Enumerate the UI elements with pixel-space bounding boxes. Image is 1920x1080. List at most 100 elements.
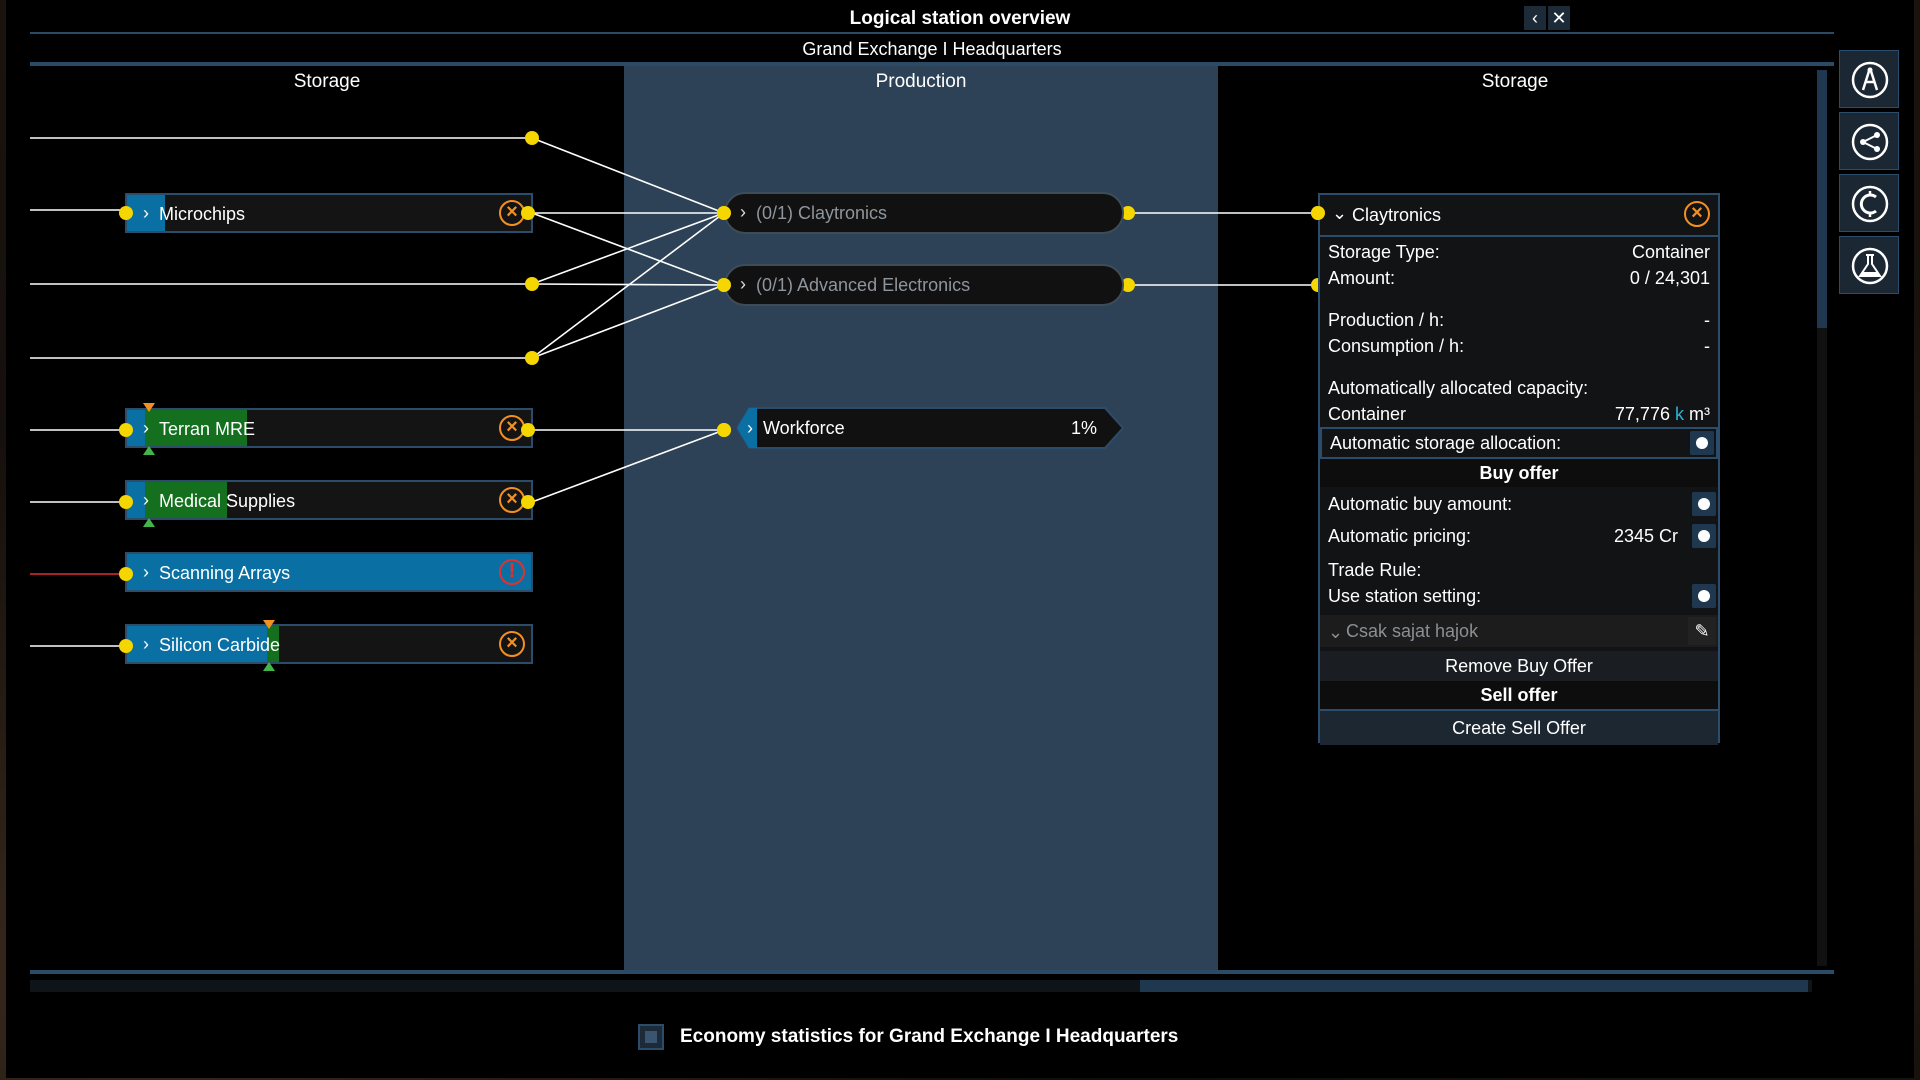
- connector-dot[interactable]: [521, 495, 535, 509]
- remove-buy-offer-button[interactable]: Remove Buy Offer: [1320, 651, 1718, 681]
- connector-dot[interactable]: [717, 278, 731, 292]
- auto-buy-label: Automatic buy amount:: [1328, 494, 1513, 514]
- connector-dot[interactable]: [717, 423, 731, 437]
- auto-pricing-row: Automatic pricing: 2345 Cr: [1328, 523, 1716, 549]
- min-marker-icon: [263, 620, 275, 629]
- production-node-label: (0/1) Claytronics: [756, 203, 888, 223]
- panel-header[interactable]: ⌄ Claytronics ×: [1320, 195, 1718, 237]
- consumption-value: -: [1704, 336, 1710, 356]
- auto-storage-label: Automatic storage allocation:: [1330, 433, 1562, 453]
- max-marker-icon: [143, 446, 155, 455]
- connector-dot[interactable]: [1311, 206, 1325, 220]
- consumption-label: Consumption / h:: [1328, 336, 1465, 356]
- min-marker-icon: [143, 403, 155, 412]
- edit-icon[interactable]: ✎: [1688, 617, 1716, 645]
- connector-dot[interactable]: [119, 639, 133, 653]
- storage-node-silicon-carbide[interactable]: › Silicon Carbide ×: [125, 624, 533, 664]
- container-value: 77,776 k m³: [1615, 401, 1710, 427]
- storage-node-microchips[interactable]: › Microchips ×: [125, 193, 533, 233]
- chevron-down-icon: ⌄: [1332, 203, 1348, 223]
- scrollbar-thumb[interactable]: [1817, 70, 1827, 328]
- panel-title: Claytronics: [1352, 205, 1442, 225]
- scrollbar-thumb[interactable]: [1140, 980, 1808, 992]
- connector-dot[interactable]: [525, 131, 539, 145]
- use-station-label: Use station setting:: [1328, 586, 1482, 606]
- consumption-row: Consumption / h: -: [1328, 333, 1710, 359]
- chevron-right-icon: ›: [143, 418, 149, 438]
- production-label: Production / h:: [1328, 310, 1445, 330]
- auto-pricing-toggle[interactable]: [1692, 524, 1716, 548]
- link-line: [531, 429, 725, 503]
- compass-icon: [1851, 61, 1889, 99]
- credits-icon: [1851, 185, 1889, 223]
- close-button[interactable]: ✕: [1548, 6, 1570, 30]
- connector-dot[interactable]: [119, 567, 133, 581]
- workforce-label: Workforce: [763, 418, 845, 438]
- link-line: [531, 137, 725, 214]
- connector-dot[interactable]: [521, 206, 535, 220]
- amount-label: Amount:: [1328, 268, 1396, 288]
- production-node-advanced-electronics[interactable]: › (0/1) Advanced Electronics: [724, 264, 1124, 306]
- max-marker-icon: [143, 518, 155, 527]
- connector-dot[interactable]: [525, 351, 539, 365]
- trade-rule-dropdown[interactable]: ⌄ Csak sajat hajok ✎: [1320, 615, 1718, 647]
- chevron-right-icon: ›: [143, 203, 149, 223]
- auto-storage-toggle[interactable]: [1690, 431, 1714, 455]
- amount-row: Amount: 0 / 24,301: [1328, 265, 1710, 291]
- auto-buy-toggle[interactable]: [1692, 492, 1716, 516]
- connector-dot[interactable]: [521, 423, 535, 437]
- use-station-toggle[interactable]: [1692, 584, 1716, 608]
- auto-pricing-label: Automatic pricing:: [1328, 526, 1472, 546]
- container-capacity-row: Container 77,776 k m³: [1328, 401, 1710, 427]
- toolbar-share-button[interactable]: [1839, 112, 1899, 170]
- container-amount: 77,776: [1614, 404, 1670, 424]
- create-sell-offer-button[interactable]: Create Sell Offer: [1320, 709, 1718, 745]
- auto-capacity-row: Automatically allocated capacity:: [1328, 375, 1710, 401]
- ware-details-panel: ⌄ Claytronics × Storage Type: Container …: [1318, 193, 1720, 745]
- storage-node-label: Scanning Arrays: [159, 563, 291, 583]
- chevron-right-icon: ›: [740, 202, 746, 222]
- close-icon: ✕: [1551, 8, 1567, 28]
- chevron-right-icon: ›: [143, 562, 149, 582]
- buy-offer-heading: Buy offer: [1320, 459, 1718, 487]
- connector-dot[interactable]: [119, 423, 133, 437]
- toolbar-compass-button[interactable]: [1839, 50, 1899, 108]
- trade-rule-label: Trade Rule:: [1328, 560, 1422, 580]
- logical-station-overview-window: Logical station overview ‹ ✕ Grand Excha…: [6, 0, 1914, 1078]
- production-node-label: (0/1) Advanced Electronics: [756, 275, 971, 295]
- horizontal-scrollbar[interactable]: [30, 980, 1812, 992]
- production-node-claytronics[interactable]: › (0/1) Claytronics: [724, 192, 1124, 234]
- storage-node-medical-supplies[interactable]: › Medical Supplies ×: [125, 480, 533, 520]
- use-station-row: Use station setting:: [1328, 583, 1716, 609]
- window-title: Logical station overview: [849, 8, 1071, 29]
- max-marker-icon: [263, 662, 275, 671]
- connector-dot[interactable]: [119, 495, 133, 509]
- warning-icon[interactable]: ×: [499, 631, 525, 657]
- toolbar-research-button[interactable]: [1839, 236, 1899, 294]
- production-value: -: [1704, 310, 1710, 330]
- connector-dot[interactable]: [119, 206, 133, 220]
- storage-node-scanning-arrays[interactable]: › Scanning Arrays !: [125, 552, 533, 592]
- trade-rule-row: Trade Rule:: [1328, 557, 1710, 583]
- storage-node-label: Medical Supplies: [159, 491, 296, 511]
- chevron-right-icon: ›: [143, 490, 149, 510]
- back-button[interactable]: ‹: [1524, 6, 1546, 30]
- warning-icon[interactable]: ×: [1684, 201, 1710, 227]
- chevron-down-icon: ⌄: [1328, 622, 1344, 642]
- workforce-node[interactable]: › Workforce 1%: [737, 407, 1125, 449]
- storage-node-label: Silicon Carbide: [159, 635, 281, 655]
- station-name-bar: Grand Exchange I Headquarters: [30, 32, 1834, 64]
- storage-type-row: Storage Type: Container: [1328, 239, 1710, 265]
- storage-type-label: Storage Type:: [1328, 242, 1440, 262]
- economy-statistics-checkbox[interactable]: [638, 1024, 664, 1050]
- storage-node-terran-mre[interactable]: › Terran MRE ×: [125, 408, 533, 448]
- workforce-percent: 1%: [1070, 418, 1097, 438]
- connector-dot[interactable]: [717, 206, 731, 220]
- container-label: Container: [1328, 404, 1407, 424]
- alert-icon[interactable]: !: [499, 559, 525, 585]
- vertical-scrollbar[interactable]: [1817, 70, 1827, 966]
- storage-node-label: Terran MRE: [159, 419, 256, 439]
- connector-dot[interactable]: [525, 277, 539, 291]
- title-bar: Logical station overview: [6, 0, 1914, 32]
- toolbar-credits-button[interactable]: [1839, 174, 1899, 232]
